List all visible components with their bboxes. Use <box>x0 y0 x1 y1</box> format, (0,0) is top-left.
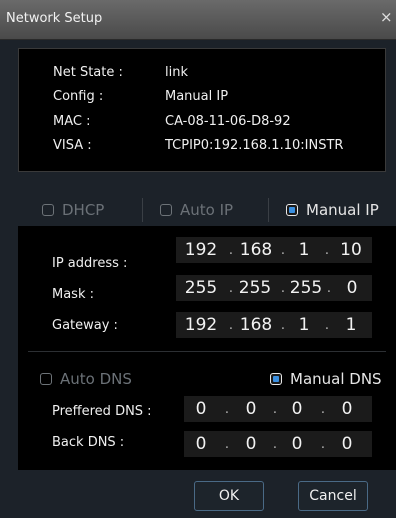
octet-dot: . <box>224 401 230 417</box>
auto-dns-label: Auto DNS <box>60 370 132 388</box>
back-dns-field[interactable]: 0 . 0 . 0 . 0 <box>184 431 372 457</box>
preferred-dns-octet-3[interactable]: 0 <box>282 399 312 419</box>
mask-octet-2[interactable]: 255 <box>232 278 278 298</box>
mask-field[interactable]: 255 . 255 . 255 . 0 <box>176 275 372 301</box>
dhcp-option[interactable]: DHCP <box>42 194 104 226</box>
back-dns-octet-2[interactable]: 0 <box>236 434 266 454</box>
back-dns-octet-4[interactable]: 0 <box>332 434 362 454</box>
ip-octet-1[interactable]: 192 <box>176 240 226 260</box>
back-dns-octet-1[interactable]: 0 <box>186 434 216 454</box>
preferred-dns-octet-4[interactable]: 0 <box>332 399 362 419</box>
ip-address-label: IP address : <box>52 256 128 271</box>
network-info-panel: Net State : link Config : Manual IP MAC … <box>18 48 386 172</box>
section-divider <box>28 351 386 352</box>
visa-label: VISA : <box>53 138 92 153</box>
gateway-field[interactable]: 192 . 168 . 1 . 1 <box>176 312 372 338</box>
manual-dns-option[interactable]: Manual DNS <box>270 366 382 392</box>
octet-dot: . <box>320 436 326 452</box>
octet-dot: . <box>224 436 230 452</box>
dhcp-label: DHCP <box>62 201 105 219</box>
title-bar: Network Setup × <box>0 0 396 40</box>
cancel-button[interactable]: Cancel <box>298 481 368 511</box>
auto-ip-option[interactable]: Auto IP <box>160 194 233 226</box>
ip-config-panel: IP address : 192 . 168 . 1 . 10 Mask : 2… <box>18 226 396 470</box>
mac-label: MAC : <box>53 114 91 129</box>
manual-dns-label: Manual DNS <box>290 370 382 388</box>
gateway-label: Gateway : <box>52 318 118 333</box>
manual-ip-checkbox[interactable] <box>286 204 298 216</box>
preferred-dns-octet-2[interactable]: 0 <box>236 399 266 419</box>
auto-dns-checkbox[interactable] <box>40 373 52 385</box>
ip-octet-2[interactable]: 168 <box>234 240 278 260</box>
dhcp-checkbox[interactable] <box>42 204 54 216</box>
mask-octet-4[interactable]: 0 <box>332 278 372 298</box>
ip-address-field[interactable]: 192 . 168 . 1 . 10 <box>176 237 372 263</box>
visa-value: TCPIP0:192.168.1.10:INSTR <box>165 138 344 153</box>
manual-ip-option[interactable]: Manual IP <box>286 194 379 226</box>
dialog-title: Network Setup <box>6 11 103 26</box>
preferred-dns-octet-1[interactable]: 0 <box>186 399 216 419</box>
ip-mode-selector: DHCP Auto IP Manual IP <box>0 194 396 226</box>
close-icon[interactable]: × <box>380 8 393 26</box>
octet-dot: . <box>320 401 326 417</box>
gateway-octet-4[interactable]: 1 <box>330 315 372 335</box>
gateway-octet-1[interactable]: 192 <box>176 315 226 335</box>
mac-value: CA-08-11-06-D8-92 <box>165 114 291 129</box>
mask-label: Mask : <box>52 287 94 302</box>
mask-octet-1[interactable]: 255 <box>176 278 226 298</box>
mode-separator <box>268 198 269 222</box>
net-state-label: Net State : <box>53 65 123 80</box>
ip-octet-3[interactable]: 1 <box>286 240 322 260</box>
auto-ip-label: Auto IP <box>180 201 234 219</box>
ok-button[interactable]: OK <box>194 481 264 511</box>
mode-separator <box>142 198 143 222</box>
config-value: Manual IP <box>165 89 229 104</box>
manual-ip-label: Manual IP <box>306 201 379 219</box>
back-dns-label: Back DNS : <box>52 435 125 450</box>
auto-ip-checkbox[interactable] <box>160 204 172 216</box>
auto-dns-option[interactable]: Auto DNS <box>40 366 132 392</box>
config-label: Config : <box>53 89 104 104</box>
octet-dot: . <box>272 401 278 417</box>
mask-octet-3[interactable]: 255 <box>284 278 328 298</box>
preferred-dns-field[interactable]: 0 . 0 . 0 . 0 <box>184 396 372 422</box>
manual-dns-checkbox[interactable] <box>270 373 282 385</box>
net-state-value: link <box>165 65 188 80</box>
gateway-octet-2[interactable]: 168 <box>234 315 278 335</box>
back-dns-octet-3[interactable]: 0 <box>282 434 312 454</box>
ip-octet-4[interactable]: 10 <box>330 240 372 260</box>
octet-dot: . <box>272 436 278 452</box>
preferred-dns-label: Preffered DNS : <box>52 404 152 419</box>
gateway-octet-3[interactable]: 1 <box>286 315 322 335</box>
